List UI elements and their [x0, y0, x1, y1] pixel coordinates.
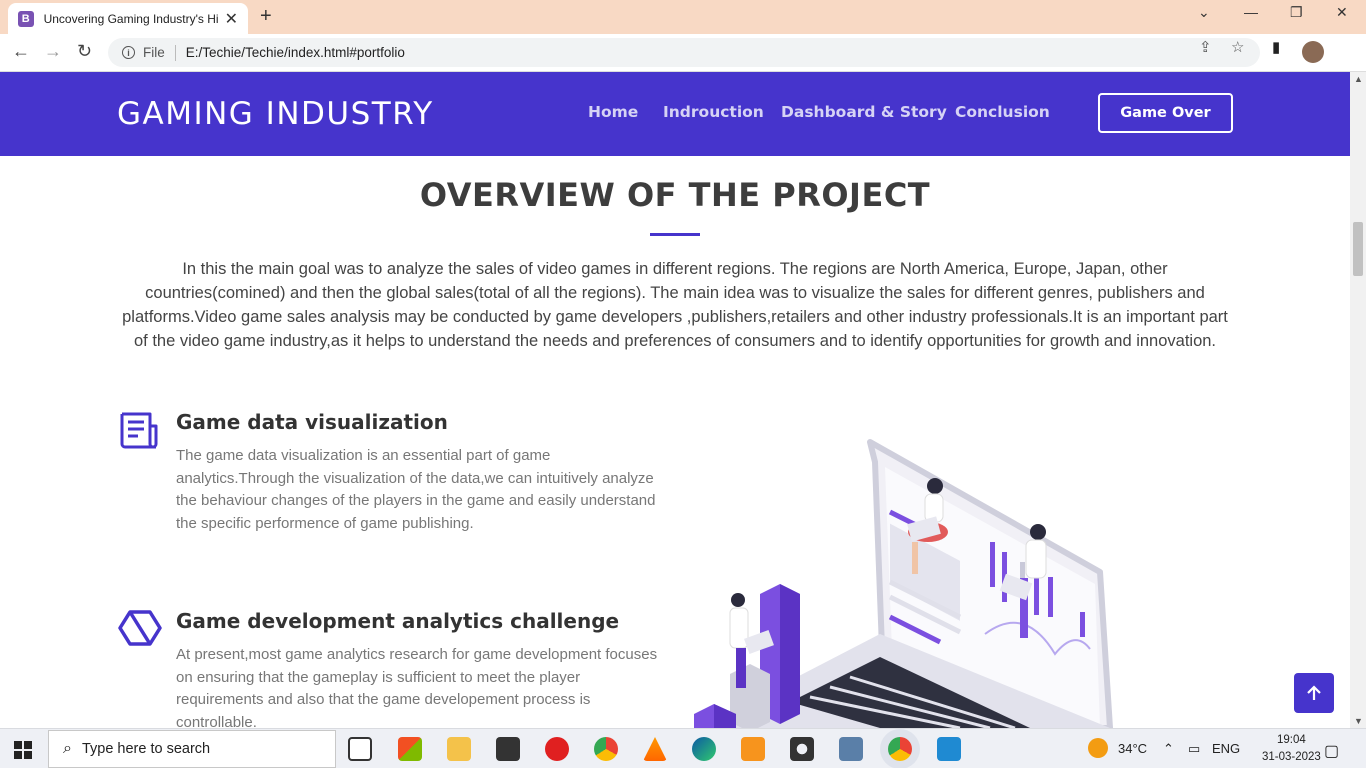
- edge-icon[interactable]: [692, 737, 716, 761]
- windows-start-icon[interactable]: [14, 741, 32, 759]
- browser-tab-strip: B Uncovering Gaming Industry's Hi ✕ + ⌄ …: [0, 0, 1366, 34]
- nav-home[interactable]: Home: [588, 103, 638, 121]
- file-explorer-icon[interactable]: [447, 737, 471, 761]
- hexagon-icon: [118, 610, 162, 646]
- side-panel-icon[interactable]: ▮: [1272, 38, 1280, 56]
- browser-tab[interactable]: B Uncovering Gaming Industry's Hi ✕: [8, 3, 248, 34]
- reload-icon[interactable]: ↻: [77, 41, 92, 62]
- nav-introduction[interactable]: Indrouction: [663, 103, 764, 121]
- app-icon[interactable]: [839, 737, 863, 761]
- feature-title-analytics: Game development analytics challenge: [176, 609, 620, 633]
- chrome-active-icon[interactable]: [888, 737, 912, 761]
- bookmark-star-icon[interactable]: ☆: [1231, 38, 1244, 56]
- game-over-button[interactable]: Game Over: [1098, 93, 1233, 133]
- section-title: OVERVIEW OF THE PROJECT: [419, 176, 931, 214]
- taskbar-clock[interactable]: 19:04 31-03-2023: [1262, 732, 1321, 766]
- tab-search-icon[interactable]: ⌄: [1198, 4, 1210, 21]
- taskbar-search-input[interactable]: ⌕ Type here to search: [48, 730, 336, 768]
- intro-paragraph: In this the main goal was to analyze the…: [122, 260, 1228, 350]
- search-placeholder: Type here to search: [81, 741, 211, 757]
- url-field[interactable]: i File E:/Techie/Techie/index.html#portf…: [108, 38, 1260, 67]
- arrow-up-icon: [1307, 685, 1321, 700]
- tab-title: Uncovering Gaming Industry's Hi: [43, 11, 219, 26]
- clock-date: 31-03-2023: [1262, 751, 1321, 763]
- address-bar: ← → ↻ i File E:/Techie/Techie/index.html…: [0, 34, 1366, 72]
- tray-chevron-icon[interactable]: ⌃: [1163, 741, 1174, 757]
- notifications-icon[interactable]: ▢: [1324, 741, 1339, 761]
- search-icon: ⌕: [63, 740, 72, 757]
- nav-dashboard-story[interactable]: Dashboard & Story: [781, 103, 947, 121]
- uc-browser-icon[interactable]: [741, 737, 765, 761]
- mail-icon[interactable]: [496, 737, 520, 761]
- bootstrap-favicon-icon: B: [18, 10, 34, 27]
- battery-icon[interactable]: ▭: [1188, 741, 1200, 757]
- laptop-analytics-illustration: [694, 439, 1113, 728]
- close-window-icon[interactable]: ✕: [1336, 4, 1348, 21]
- feature-text-visualization: The game data visualization is an essent…: [176, 447, 656, 532]
- url-scheme-label: File: [143, 45, 165, 60]
- site-header: GAMING INDUSTRY Home Indrouction Dashboa…: [0, 72, 1350, 156]
- minimize-icon[interactable]: —: [1244, 4, 1258, 20]
- url-separator: [174, 44, 176, 61]
- forward-icon[interactable]: →: [44, 41, 62, 62]
- language-indicator[interactable]: ENG: [1212, 741, 1240, 756]
- restore-icon[interactable]: ❐: [1290, 4, 1303, 21]
- clock-time: 19:04: [1277, 734, 1306, 746]
- profile-avatar[interactable]: [1302, 41, 1324, 63]
- feature-title-visualization: Game data visualization: [176, 410, 448, 434]
- back-icon[interactable]: ←: [12, 41, 30, 62]
- feature-text-analytics: At present,most game analytics research …: [176, 646, 658, 728]
- site-logo[interactable]: GAMING INDUSTRY: [117, 96, 434, 132]
- close-tab-icon[interactable]: ✕: [225, 9, 238, 29]
- scroll-thumb[interactable]: [1353, 222, 1363, 276]
- chrome-icon[interactable]: [594, 737, 618, 761]
- new-tab-icon[interactable]: +: [260, 5, 272, 28]
- weather-temp[interactable]: 34°C: [1118, 741, 1147, 756]
- page-viewport: GAMING INDUSTRY Home Indrouction Dashboa…: [0, 72, 1350, 728]
- task-view-icon[interactable]: [348, 737, 372, 761]
- share-icon[interactable]: ⇪: [1199, 38, 1212, 56]
- scroll-up-icon[interactable]: ▲: [1354, 74, 1363, 84]
- opera-icon[interactable]: [545, 737, 569, 761]
- back-to-top-button[interactable]: [1294, 673, 1334, 713]
- settings-gear-icon[interactable]: [790, 737, 814, 761]
- scroll-down-icon[interactable]: ▼: [1354, 716, 1363, 726]
- vlc-icon[interactable]: [643, 737, 667, 761]
- vscode-icon[interactable]: [937, 737, 961, 761]
- info-icon[interactable]: i: [122, 46, 135, 59]
- newspaper-icon: [120, 412, 158, 449]
- windows-taskbar: ⌕ Type here to search 34°C ⌃ ▭ ENG 19:04…: [0, 728, 1366, 768]
- nav-conclusion[interactable]: Conclusion: [955, 103, 1050, 121]
- url-text: E:/Techie/Techie/index.html#portfolio: [185, 45, 405, 60]
- title-divider: [650, 233, 700, 236]
- microsoft-store-icon[interactable]: [398, 737, 422, 761]
- page-scrollbar[interactable]: ▲ ▼: [1350, 72, 1366, 728]
- weather-sun-icon[interactable]: [1088, 738, 1108, 758]
